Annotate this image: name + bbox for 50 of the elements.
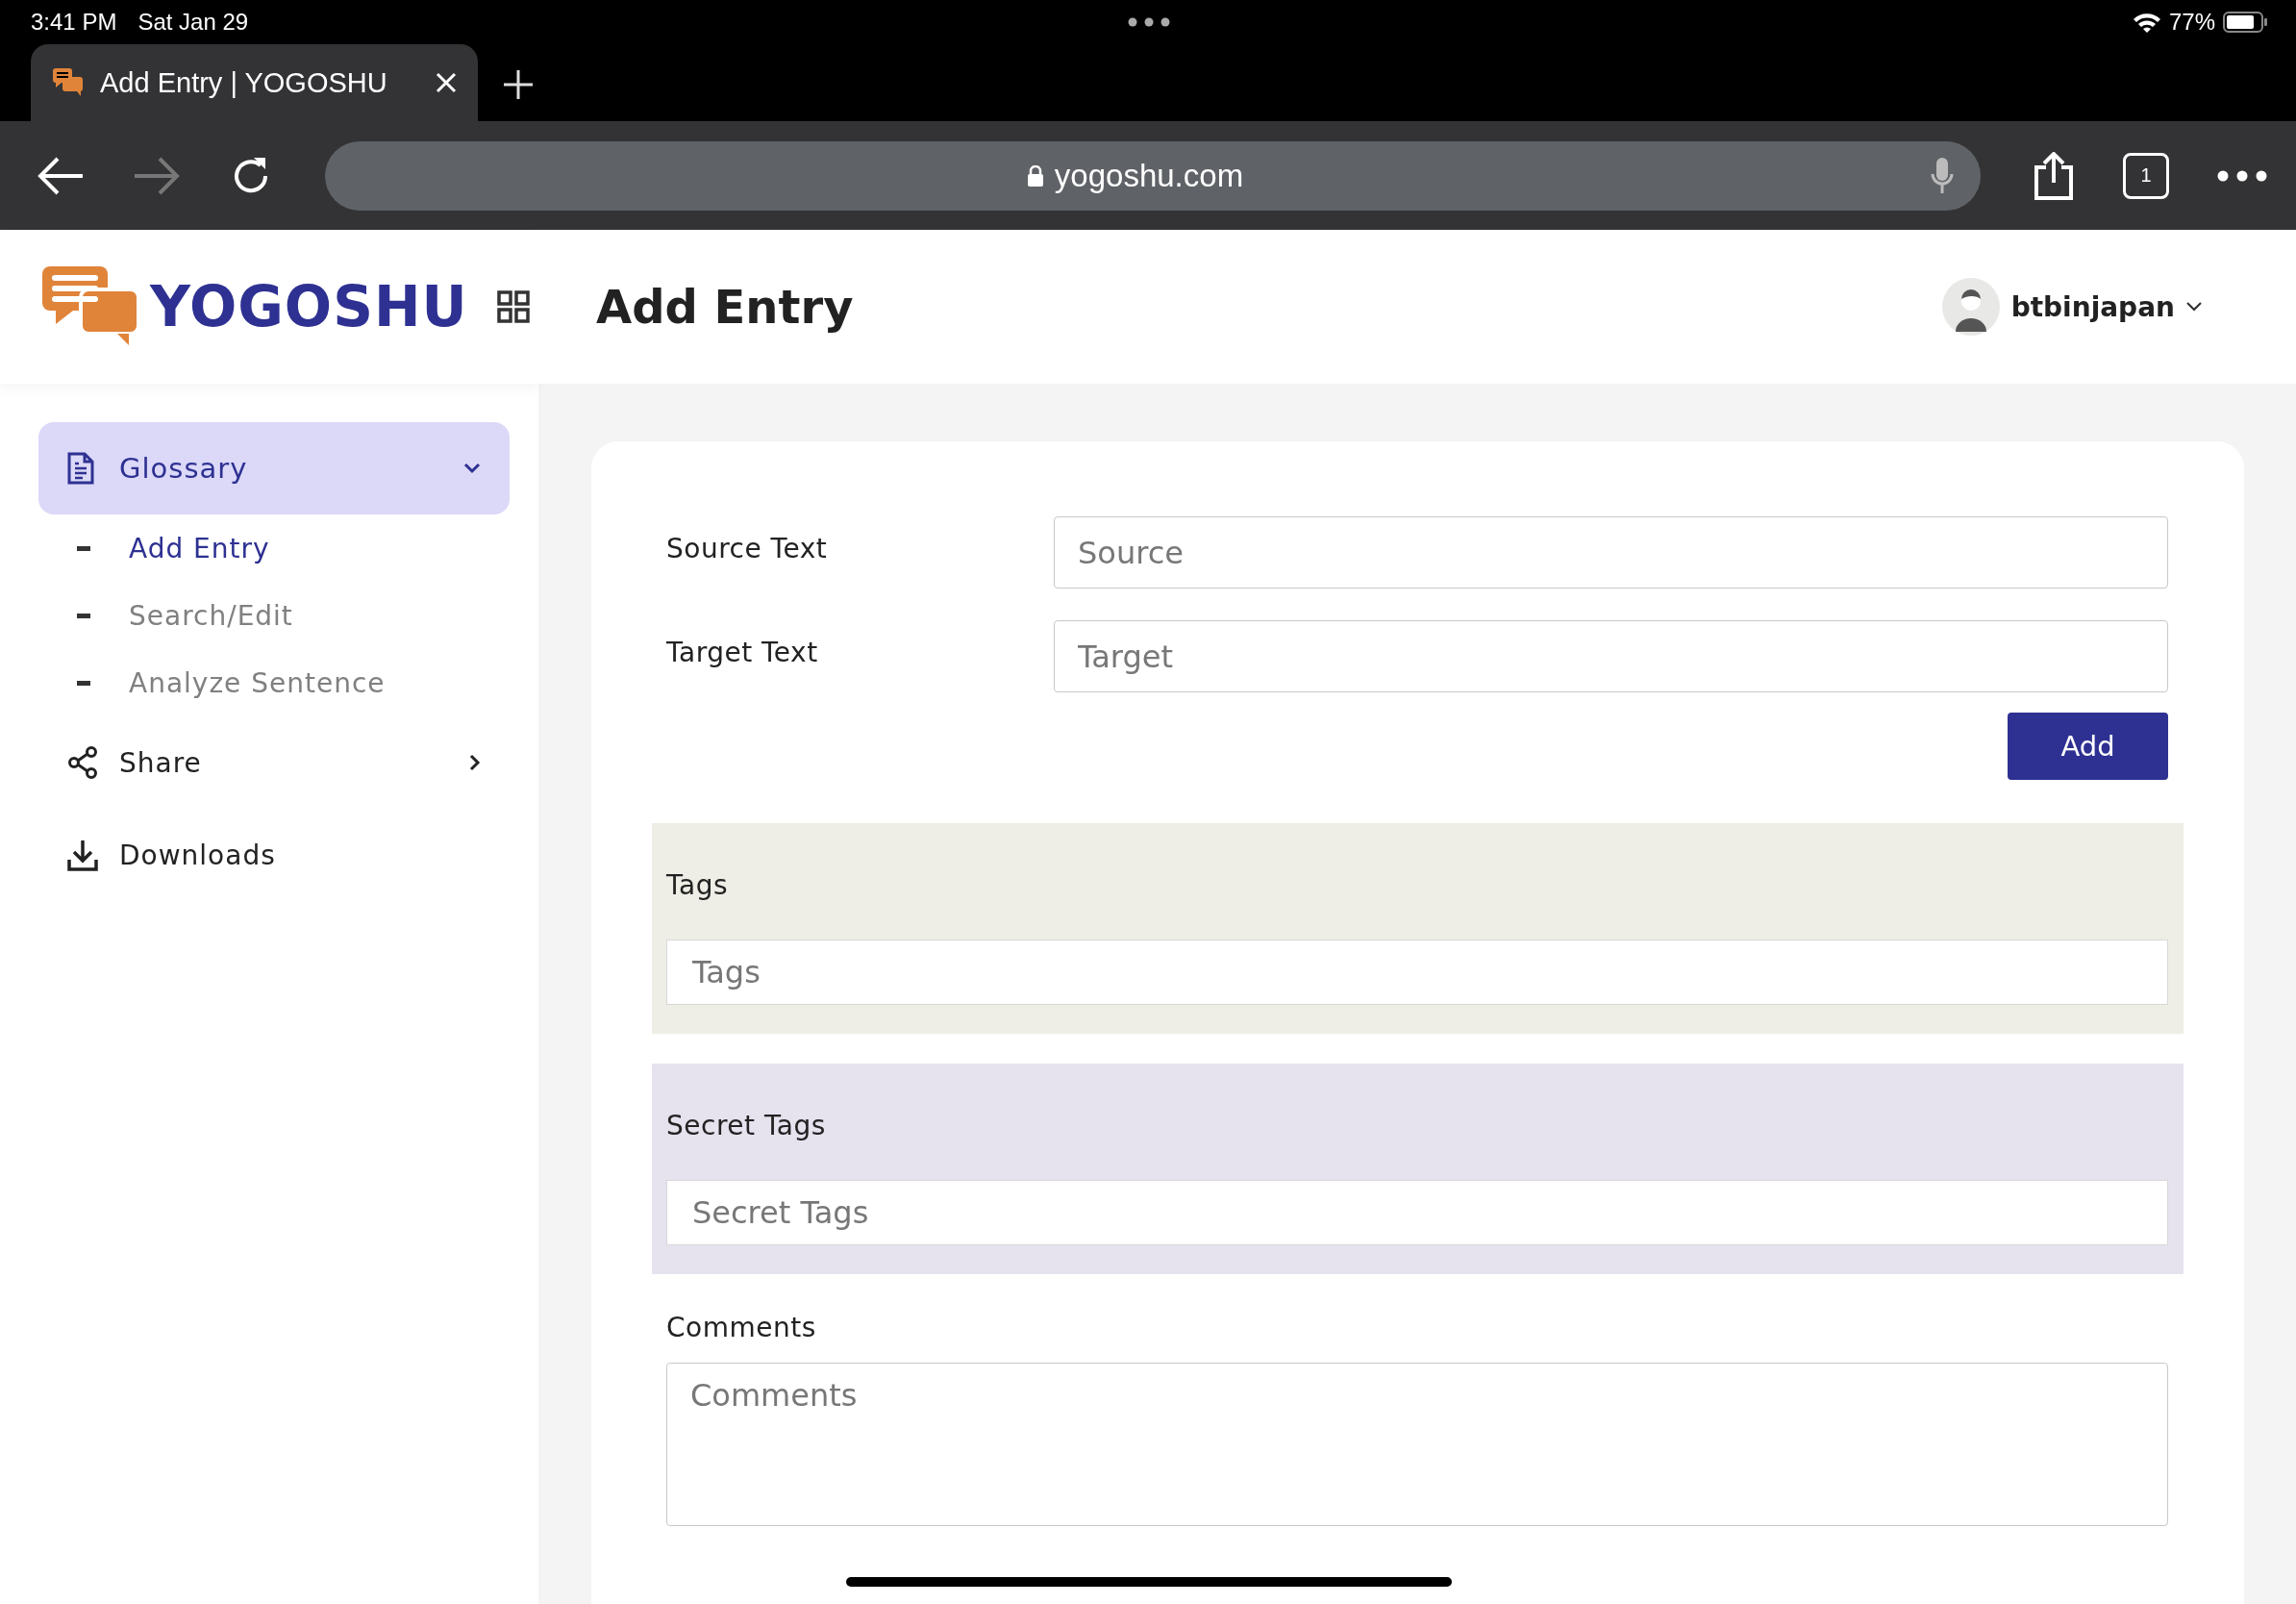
add-button[interactable]: Add [2008,713,2168,780]
chat-bubbles-icon [52,67,85,98]
lock-icon [1027,164,1043,187]
status-date: Sat Jan 29 [137,9,249,36]
browser-tab[interactable]: Add Entry | YOGOSHU [31,44,478,121]
back-icon[interactable] [37,156,85,195]
more-dots-icon [1128,17,1170,27]
text-field[interactable]: Target [1054,620,2168,692]
chevron-icon [2186,302,2202,312]
tags-field[interactable]: Secret Tags [666,1180,2168,1245]
dash-icon [77,545,90,551]
forward-icon[interactable] [133,156,181,195]
logo-text: YOGOSHU [150,274,468,339]
download-icon [67,839,98,871]
tags-field[interactable]: Tags [666,940,2168,1005]
status-time: 3:41 PM [31,9,117,36]
document-icon [67,452,94,485]
downloads-menu[interactable]: Downloads [38,809,510,901]
submenu-link[interactable]: Add Entry [129,532,270,564]
share-nodes-icon [67,746,98,779]
field-label: Source Text [666,532,829,564]
field-label: Target Text [666,636,819,668]
logo-icon [42,266,138,347]
dash-icon [77,613,90,618]
glossary-menu[interactable]: Glossary [38,422,510,514]
chevron-icon [469,754,481,771]
avatar-icon [1941,278,2000,336]
comments-label: Comments [666,1312,817,1343]
page-title: Add Entry [596,280,854,334]
submenu-link[interactable]: Search/Edit [129,599,293,632]
close-icon[interactable] [436,72,457,93]
grid-icon[interactable] [496,290,530,323]
comments-field[interactable]: Comments [666,1363,2168,1526]
panel-label: Tags [666,869,729,901]
panel-label: Secret Tags [666,1110,827,1141]
wifi-icon [2132,12,2161,33]
new-tab-icon[interactable] [503,69,534,100]
tab-count-button[interactable]: 1 [2123,152,2169,199]
more-icon[interactable] [2217,169,2267,182]
share-menu[interactable]: Share [38,716,510,809]
chevron-icon [463,463,481,474]
microphone-icon[interactable] [1931,156,1954,195]
user-menu[interactable]: btbinjapan [1941,278,2202,336]
share-icon[interactable] [2033,151,2075,200]
dash-icon [77,680,90,686]
battery-percent: 77% [2168,9,2215,36]
submenu-link[interactable]: Analyze Sentence [129,666,386,699]
address-bar[interactable]: yogoshu.com [325,140,1981,211]
text-field[interactable]: Source [1054,516,2168,589]
battery-icon [2223,12,2267,33]
